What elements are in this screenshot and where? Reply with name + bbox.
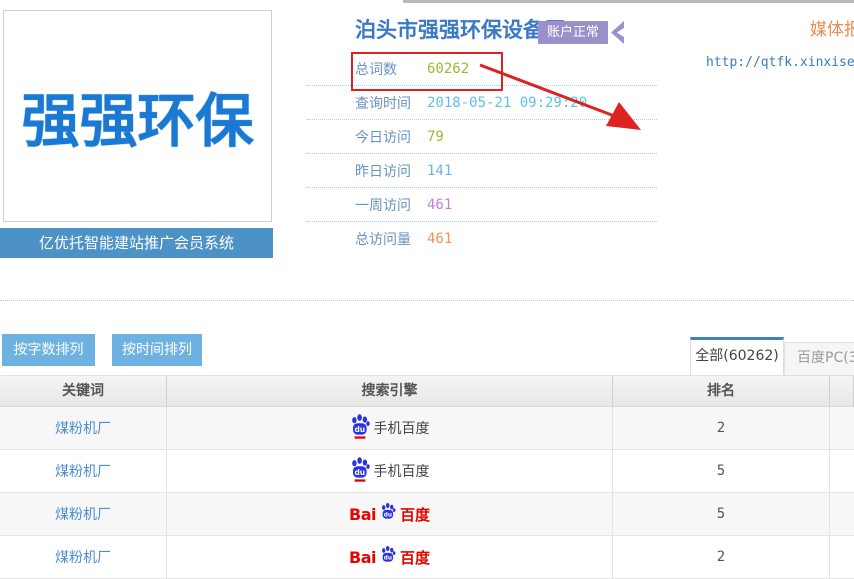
baidu-logo-cn-text: 百度 [400, 504, 430, 525]
stat-label: 昨日访问 [355, 161, 427, 181]
table-row: 煤粉机厂 Bai du 百度 2 [0, 536, 854, 579]
baidu-mobile-icon: du [350, 413, 370, 443]
company-name-title: 泊头市强强环保设备厂 [355, 14, 565, 44]
svg-text:du: du [354, 425, 365, 434]
stat-label: 今日访问 [355, 127, 427, 147]
baidu-paw-icon: du [350, 456, 370, 482]
header-rank: 排名 [613, 376, 830, 406]
baidu-mobile-icon: du [350, 456, 370, 486]
company-logo-text: 强强环保 [21, 74, 253, 158]
table-row: 煤粉机厂 du 手机百度 5 [0, 450, 854, 493]
svg-text:du: du [384, 555, 392, 561]
header-keyword: 关键词 [0, 376, 167, 406]
company-logo: 强强环保 [3, 10, 272, 222]
svg-text:du: du [384, 512, 392, 518]
rank-value: 5 [717, 506, 725, 522]
baidu-paw-icon: du [380, 545, 396, 565]
stat-value: 141 [427, 163, 452, 179]
header-extra [830, 376, 854, 406]
stat-label: 一周访问 [355, 195, 427, 215]
keyword-link[interactable]: 煤粉机厂 [55, 461, 111, 481]
stat-value: 2018-05-21 09:29:20 [427, 95, 587, 111]
svg-text:du: du [354, 468, 365, 477]
sort-by-words-button[interactable]: 按字数排列 [2, 334, 95, 366]
engine-mobile-baidu: du 手机百度 [350, 456, 430, 486]
member-system-banner: 亿优托智能建站推广会员系统 [0, 228, 273, 258]
rank-value: 5 [717, 463, 725, 479]
media-report-link[interactable]: 媒体报道 [810, 15, 854, 40]
stat-value: 461 [427, 197, 452, 213]
baidu-logo-bai-text: Bai [349, 548, 376, 567]
keyword-rank-table: 关键词 搜索引擎 排名 煤粉机厂 du 手机百度 2煤粉机厂 du 手机百度 5… [0, 375, 854, 579]
site-url-link[interactable]: http://qtfk.xinxisea. [706, 55, 854, 70]
page: 强强环保 亿优托智能建站推广会员系统 泊头市强强环保设备厂 账户正常 媒体报道 … [0, 0, 854, 579]
empty-cell [830, 493, 854, 535]
stat-row-3: 昨日访问141 [307, 154, 657, 188]
account-status-badge: 账户正常 [538, 21, 624, 44]
sort-by-time-button[interactable]: 按时间排列 [112, 334, 202, 366]
baidu-paw-icon: du [350, 413, 370, 439]
keyword-link[interactable]: 煤粉机厂 [55, 547, 111, 567]
baidu-paw-icon: du [380, 502, 396, 522]
rank-value: 2 [717, 549, 725, 565]
stat-row-5: 总访问量461 [307, 222, 657, 256]
section-divider [0, 300, 854, 301]
tab-all-keywords[interactable]: 全部(60262) [690, 337, 784, 375]
baidu-pc-icon: du [380, 502, 396, 526]
table-row: 煤粉机厂 du 手机百度 2 [0, 407, 854, 450]
empty-cell [830, 450, 854, 492]
tab-baidu-pc[interactable]: 百度PC(30 [784, 342, 854, 375]
baidu-pc-icon: du [380, 545, 396, 569]
engine-label: 手机百度 [374, 461, 430, 481]
stat-row-4: 一周访问461 [307, 188, 657, 222]
stat-value: 461 [427, 231, 452, 247]
baidu-logo-bai-text: Bai [349, 505, 376, 524]
stat-label: 总访问量 [355, 229, 427, 249]
empty-cell [830, 407, 854, 449]
table-header-row: 关键词 搜索引擎 排名 [0, 375, 854, 407]
baidu-logo-cn-text: 百度 [400, 547, 430, 568]
engine-baidu-pc: Bai du 百度 [349, 502, 430, 526]
top-border-strip [403, 0, 854, 3]
keyword-link[interactable]: 煤粉机厂 [55, 418, 111, 438]
header-search-engine: 搜索引擎 [167, 376, 613, 406]
engine-label: 手机百度 [374, 418, 430, 438]
table-row: 煤粉机厂 Bai du 百度 5 [0, 493, 854, 536]
stat-row-1: 查询时间2018-05-21 09:29:20 [307, 86, 657, 120]
empty-cell [830, 536, 854, 578]
stat-label: 查询时间 [355, 93, 427, 113]
stat-value: 79 [427, 129, 444, 145]
badge-ribbon-tail-icon [611, 21, 624, 44]
engine-mobile-baidu: du 手机百度 [350, 413, 430, 443]
annotation-red-box [351, 52, 503, 91]
engine-baidu-pc: Bai du 百度 [349, 545, 430, 569]
table-body: 煤粉机厂 du 手机百度 2煤粉机厂 du 手机百度 5煤粉机厂 Bai [0, 407, 854, 579]
keyword-link[interactable]: 煤粉机厂 [55, 504, 111, 524]
rank-value: 2 [717, 420, 725, 436]
account-status-label: 账户正常 [538, 21, 608, 44]
stat-row-2: 今日访问79 [307, 120, 657, 154]
